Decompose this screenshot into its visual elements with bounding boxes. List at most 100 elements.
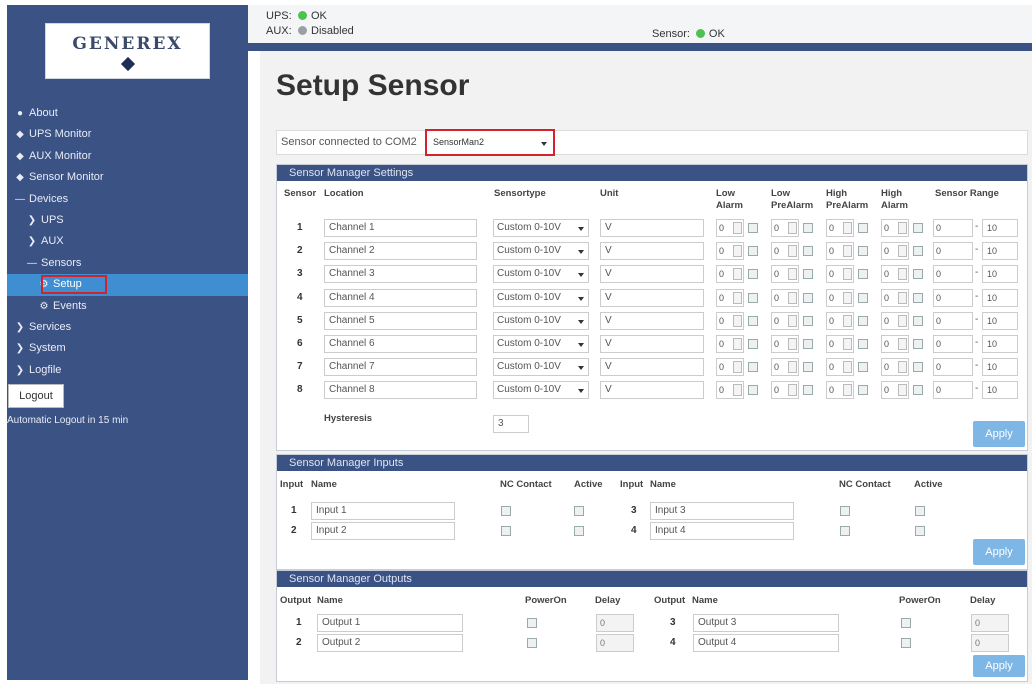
threshold-enable-checkbox[interactable]: [913, 246, 923, 257]
range-max-input[interactable]: 10: [982, 265, 1018, 284]
range-min-input[interactable]: 0: [933, 242, 973, 261]
settings-apply-button[interactable]: Apply: [973, 421, 1025, 447]
nc-contact-checkbox[interactable]: [840, 506, 850, 516]
threshold-enable-checkbox[interactable]: [858, 339, 868, 349]
hysteresis-input[interactable]: 3: [493, 415, 529, 433]
spinner-arrows-icon[interactable]: [843, 222, 852, 234]
poweron-checkbox[interactable]: [527, 638, 537, 648]
spinner-arrows-icon[interactable]: [733, 338, 742, 350]
location-input[interactable]: Channel 4: [324, 288, 477, 307]
threshold-enable-checkbox[interactable]: [858, 269, 868, 280]
threshold-enable-checkbox[interactable]: [803, 339, 813, 349]
active-checkbox[interactable]: [915, 506, 925, 516]
threshold-spinner[interactable]: 0: [716, 311, 744, 330]
delay-input[interactable]: 0: [971, 634, 1009, 652]
delay-input[interactable]: 0: [971, 614, 1009, 632]
active-checkbox[interactable]: [574, 526, 584, 536]
threshold-spinner[interactable]: 0: [716, 335, 744, 353]
threshold-enable-checkbox[interactable]: [858, 246, 868, 257]
threshold-enable-checkbox[interactable]: [913, 385, 923, 396]
location-input[interactable]: Channel 8: [324, 381, 477, 400]
sidebar-item-sensor-monitor[interactable]: ◆ Sensor Monitor: [7, 167, 248, 188]
threshold-spinner[interactable]: 0: [881, 288, 909, 307]
spinner-arrows-icon[interactable]: [788, 268, 797, 281]
threshold-enable-checkbox[interactable]: [913, 292, 923, 303]
sidebar-item-system[interactable]: ❯ System: [7, 338, 248, 359]
spinner-arrows-icon[interactable]: [843, 384, 852, 397]
spinner-arrows-icon[interactable]: [733, 222, 742, 234]
threshold-enable-checkbox[interactable]: [803, 223, 813, 233]
spinner-arrows-icon[interactable]: [898, 314, 907, 327]
sensor-model-select[interactable]: SensorMan2: [425, 129, 555, 156]
threshold-enable-checkbox[interactable]: [803, 269, 813, 280]
unit-input[interactable]: V: [600, 242, 704, 261]
spinner-arrows-icon[interactable]: [843, 245, 852, 258]
threshold-enable-checkbox[interactable]: [913, 315, 923, 326]
threshold-spinner[interactable]: 0: [881, 219, 909, 237]
range-min-input[interactable]: 0: [933, 265, 973, 284]
threshold-enable-checkbox[interactable]: [858, 292, 868, 303]
sensortype-select[interactable]: Custom 0-10V: [493, 288, 589, 307]
threshold-spinner[interactable]: 0: [771, 242, 799, 261]
spinner-arrows-icon[interactable]: [898, 291, 907, 304]
threshold-spinner[interactable]: 0: [826, 358, 854, 377]
threshold-spinner[interactable]: 0: [716, 265, 744, 284]
threshold-enable-checkbox[interactable]: [748, 246, 758, 257]
range-max-input[interactable]: 10: [982, 219, 1018, 237]
spinner-arrows-icon[interactable]: [898, 338, 907, 350]
location-input[interactable]: Channel 1: [324, 219, 477, 237]
output-name-field[interactable]: Output 4: [693, 634, 839, 652]
range-max-input[interactable]: 10: [982, 358, 1018, 377]
sidebar-item-logfile[interactable]: ❯ Logfile: [7, 360, 248, 381]
spinner-arrows-icon[interactable]: [843, 338, 852, 350]
threshold-spinner[interactable]: 0: [716, 242, 744, 261]
threshold-enable-checkbox[interactable]: [858, 385, 868, 396]
location-input[interactable]: Channel 6: [324, 335, 477, 353]
unit-input[interactable]: V: [600, 311, 704, 330]
unit-input[interactable]: V: [600, 358, 704, 377]
active-checkbox[interactable]: [574, 506, 584, 516]
unit-input[interactable]: V: [600, 219, 704, 237]
threshold-enable-checkbox[interactable]: [858, 315, 868, 326]
threshold-enable-checkbox[interactable]: [748, 223, 758, 233]
threshold-spinner[interactable]: 0: [826, 311, 854, 330]
sidebar-item-ups[interactable]: ❯ UPS: [7, 210, 248, 231]
spinner-arrows-icon[interactable]: [788, 384, 797, 397]
spinner-arrows-icon[interactable]: [843, 291, 852, 304]
input-name-field[interactable]: Input 2: [311, 522, 455, 540]
sidebar-item-aux-monitor[interactable]: ◆ AUX Monitor: [7, 146, 248, 167]
location-input[interactable]: Channel 5: [324, 311, 477, 330]
threshold-spinner[interactable]: 0: [716, 219, 744, 237]
active-checkbox[interactable]: [915, 526, 925, 536]
threshold-spinner[interactable]: 0: [771, 335, 799, 353]
spinner-arrows-icon[interactable]: [733, 361, 742, 374]
threshold-spinner[interactable]: 0: [716, 288, 744, 307]
spinner-arrows-icon[interactable]: [788, 361, 797, 374]
delay-input[interactable]: 0: [596, 634, 634, 652]
threshold-enable-checkbox[interactable]: [748, 269, 758, 280]
range-max-input[interactable]: 10: [982, 311, 1018, 330]
unit-input[interactable]: V: [600, 381, 704, 400]
spinner-arrows-icon[interactable]: [843, 314, 852, 327]
threshold-spinner[interactable]: 0: [771, 381, 799, 400]
spinner-arrows-icon[interactable]: [733, 314, 742, 327]
threshold-enable-checkbox[interactable]: [748, 385, 758, 396]
threshold-enable-checkbox[interactable]: [748, 292, 758, 303]
unit-input[interactable]: V: [600, 288, 704, 307]
threshold-enable-checkbox[interactable]: [803, 315, 813, 326]
spinner-arrows-icon[interactable]: [898, 222, 907, 234]
outputs-apply-button[interactable]: Apply: [973, 655, 1025, 677]
range-max-input[interactable]: 10: [982, 242, 1018, 261]
range-min-input[interactable]: 0: [933, 219, 973, 237]
range-min-input[interactable]: 0: [933, 311, 973, 330]
threshold-spinner[interactable]: 0: [771, 311, 799, 330]
threshold-enable-checkbox[interactable]: [748, 315, 758, 326]
output-name-field[interactable]: Output 2: [317, 634, 463, 652]
threshold-enable-checkbox[interactable]: [803, 362, 813, 373]
threshold-enable-checkbox[interactable]: [803, 246, 813, 257]
nc-contact-checkbox[interactable]: [501, 506, 511, 516]
sidebar-item-setup[interactable]: ⚙ Setup: [7, 274, 248, 296]
spinner-arrows-icon[interactable]: [733, 268, 742, 281]
threshold-spinner[interactable]: 0: [826, 242, 854, 261]
range-max-input[interactable]: 10: [982, 288, 1018, 307]
